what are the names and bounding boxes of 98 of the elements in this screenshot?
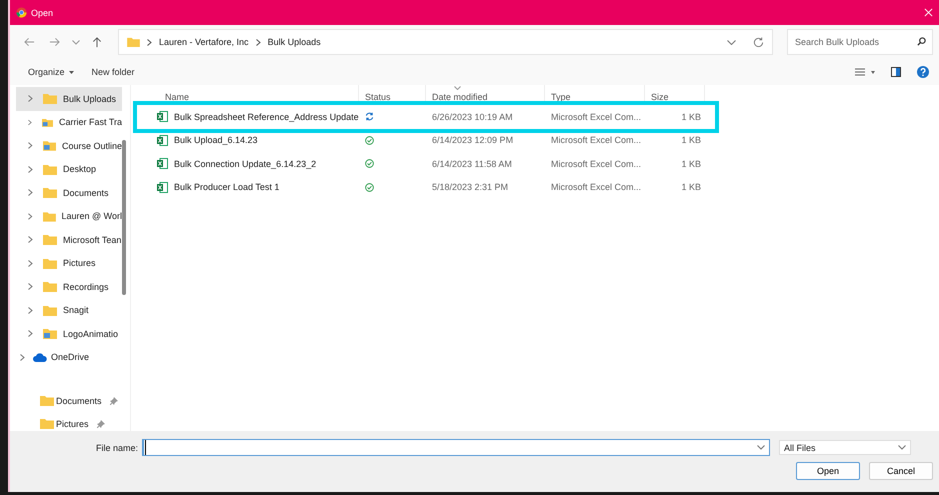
close-icon[interactable]: [924, 8, 933, 17]
quick-access-item[interactable]: Documents: [40, 389, 130, 412]
file-size: 1 KB: [681, 135, 701, 146]
cloud-icon: [33, 352, 47, 362]
file-name[interactable]: Bulk Spreadsheet Reference_Address Update: [174, 112, 359, 122]
file-name[interactable]: Bulk Upload_6.14.23: [174, 135, 258, 146]
file-size: 1 KB: [681, 158, 701, 169]
sidebar-item[interactable]: Snagit: [16, 298, 122, 322]
chevron-right-icon[interactable]: [28, 306, 33, 314]
sort-caret-icon: [454, 86, 461, 90]
date-modified: 6/14/2023 11:58 AM: [432, 158, 512, 169]
chevron-right-icon[interactable]: [28, 212, 33, 220]
column-header[interactable]: Name: [153, 85, 359, 105]
file-name[interactable]: Bulk Producer Load Test 1: [174, 182, 280, 192]
file-size: 1 KB: [681, 112, 701, 122]
shared-folder-icon: [42, 116, 53, 128]
spreadsheet-icon: [157, 134, 168, 146]
date-modified: 5/18/2023 2:31 PM: [432, 182, 508, 192]
open-button[interactable]: Open: [796, 462, 860, 480]
search-icon: [917, 37, 926, 46]
file-size: 1 KB: [681, 182, 701, 192]
folder-icon: [43, 304, 57, 316]
sidebar-item[interactable]: LogoAnimatio: [16, 322, 122, 346]
folder-icon: [40, 395, 54, 406]
chevron-right-icon[interactable]: [28, 260, 33, 267]
folder-icon: [43, 234, 57, 246]
folder-icon: [43, 281, 57, 292]
shared-folder-icon: [42, 140, 56, 152]
shared-folder-icon: [43, 328, 57, 340]
forward-arrow-icon[interactable]: [49, 37, 60, 47]
view-menu-icon[interactable]: [855, 68, 865, 76]
sidebar-item[interactable]: Recordings: [16, 275, 122, 298]
chevron-down-icon[interactable]: [72, 40, 80, 44]
cancel-button[interactable]: Cancel: [869, 462, 933, 480]
folder-icon: [43, 187, 57, 198]
sidebar-item[interactable]: Bulk Uploads: [16, 87, 122, 110]
quick-access-item[interactable]: Pictures: [40, 412, 130, 435]
file-name-label: File name:: [96, 442, 138, 452]
file-type: Microsoft Excel Com...: [551, 112, 642, 122]
sidebar-item[interactable]: OneDrive: [16, 346, 122, 369]
chevron-right-icon[interactable]: [28, 142, 33, 150]
search-field[interactable]: Search Bulk Uploads: [787, 29, 933, 55]
folder-icon: [127, 37, 140, 47]
folder-icon: [43, 93, 57, 104]
breadcrumb[interactable]: Lauren - Vertafore, Inc: [159, 37, 249, 47]
help-icon[interactable]: [917, 66, 929, 78]
spreadsheet-icon: [157, 182, 168, 193]
chevron-right-icon[interactable]: [20, 354, 25, 361]
sidebar-item[interactable]: Lauren @ Worl: [16, 204, 122, 228]
date-modified: 6/26/2023 10:19 AM: [432, 112, 513, 122]
chevron-right-icon[interactable]: [28, 95, 33, 102]
file-name[interactable]: Bulk Connection Update_6.14.23_2: [174, 158, 316, 169]
caret-icon: [68, 70, 74, 74]
refresh-icon[interactable]: [753, 36, 764, 48]
chevron-right-icon[interactable]: [28, 189, 33, 196]
file-type: Microsoft Excel Com...: [551, 135, 642, 146]
chevron-down-icon[interactable]: [757, 445, 766, 450]
breadcrumb[interactable]: Bulk Uploads: [268, 37, 321, 47]
chevron-right-icon[interactable]: [28, 330, 33, 338]
folder-icon: [43, 164, 57, 175]
pin-icon[interactable]: [96, 420, 105, 428]
sidebar-item[interactable]: Course Outline: [16, 134, 122, 158]
pin-icon[interactable]: [110, 396, 118, 404]
chevron-down-icon[interactable]: [727, 40, 736, 44]
file-type: Microsoft Excel Com...: [551, 158, 642, 169]
address-bar[interactable]: Lauren - Vertafore, Inc Bulk Uploads: [118, 29, 773, 55]
spreadsheet-icon: [157, 111, 168, 122]
spreadsheet-icon: [157, 158, 168, 170]
window-title: Open: [31, 8, 54, 18]
chevron-right-icon[interactable]: [28, 118, 32, 126]
folder-icon: [43, 258, 57, 269]
new-folder-button[interactable]: New folder: [86, 65, 141, 79]
sidebar-item[interactable]: Desktop: [16, 158, 122, 181]
file-type: Microsoft Excel Com...: [551, 182, 642, 192]
sidebar-item[interactable]: Microsoft Tean: [16, 228, 122, 252]
chevron-right-icon[interactable]: [28, 236, 33, 244]
folder-icon: [40, 418, 54, 429]
chevron-right-icon[interactable]: [28, 283, 33, 290]
folder-icon: [42, 210, 56, 222]
sidebar-item[interactable]: Carrier Fast Tra: [16, 110, 122, 134]
column-header[interactable]: Status: [359, 85, 426, 105]
file-name-field[interactable]: [142, 439, 770, 456]
organize-button[interactable]: Organize: [22, 65, 80, 79]
up-arrow-icon[interactable]: [92, 36, 102, 48]
back-arrow-icon[interactable]: [24, 37, 35, 47]
app-icon: [16, 7, 27, 18]
sidebar-item[interactable]: Pictures: [16, 252, 122, 275]
column-header[interactable]: Size: [645, 85, 705, 105]
chevron-down-icon: [898, 445, 906, 450]
caret-icon[interactable]: [871, 70, 875, 74]
column-header[interactable]: Date modified: [426, 85, 545, 105]
chevron-right-icon: [147, 38, 152, 46]
file-type-dropdown[interactable]: All Files: [779, 440, 912, 455]
sidebar-item[interactable]: Documents: [16, 181, 122, 204]
date-modified: 6/14/2023 12:09 PM: [432, 135, 514, 146]
chevron-right-icon[interactable]: [28, 166, 33, 173]
chevron-right-icon: [256, 38, 261, 46]
preview-pane-icon[interactable]: [891, 67, 901, 77]
